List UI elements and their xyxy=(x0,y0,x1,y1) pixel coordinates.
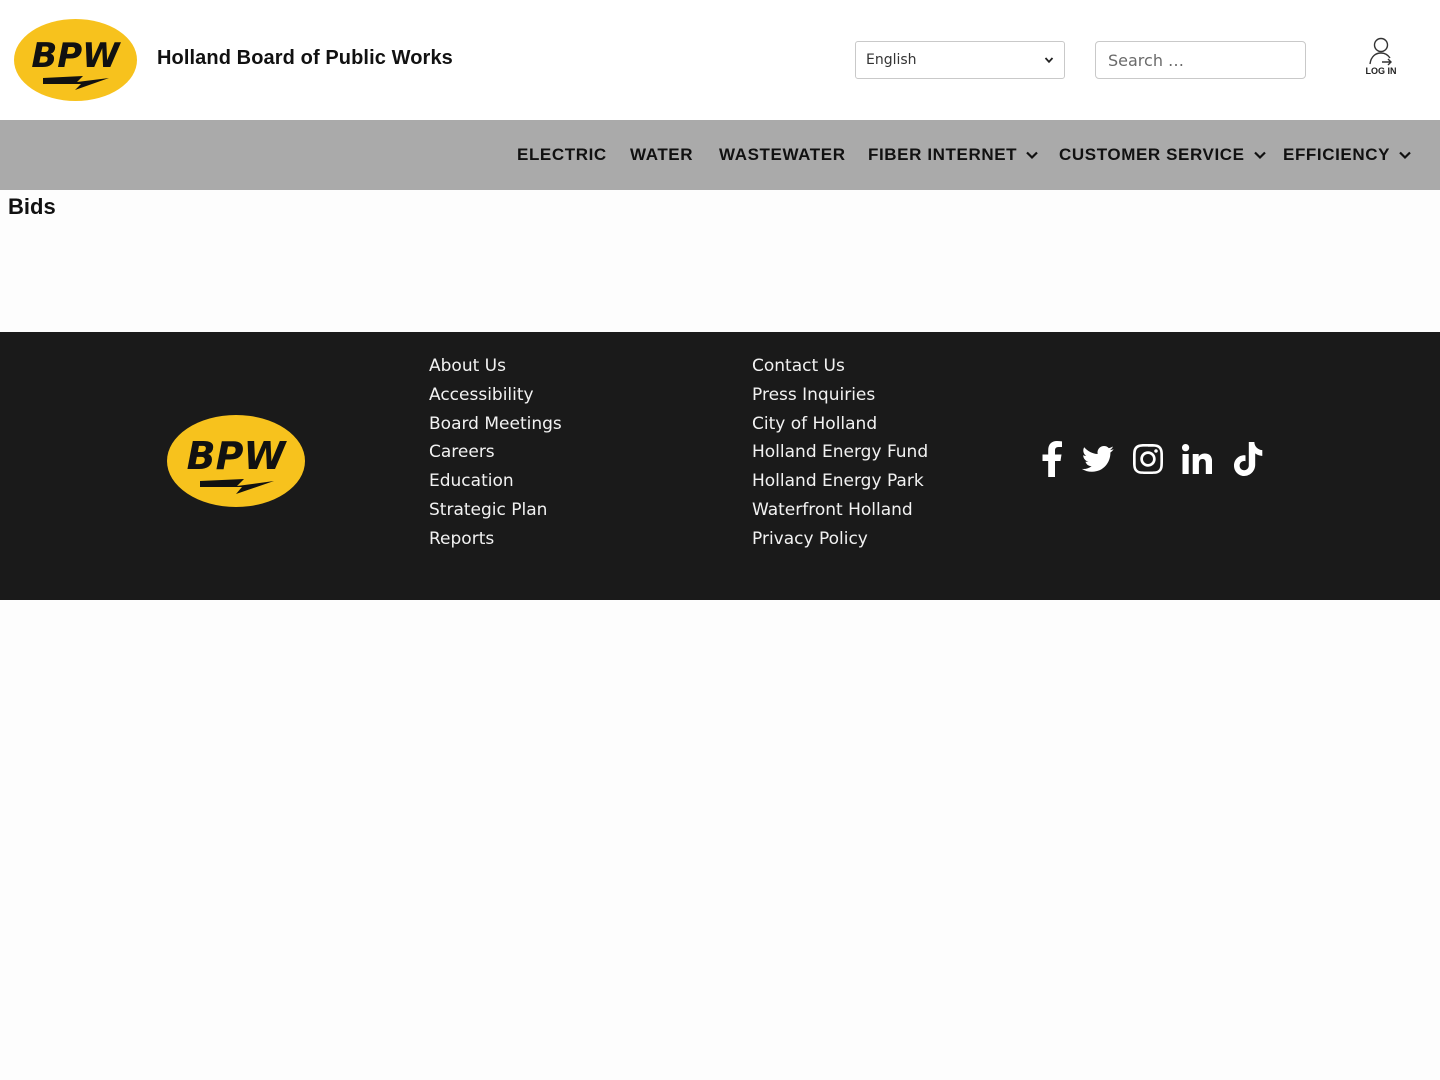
site-footer: BPW About Us Accessibility Board Meeting… xyxy=(0,332,1440,600)
chevron-down-icon xyxy=(1399,151,1411,160)
chevron-down-icon xyxy=(1044,57,1054,64)
footer-link-contact-us[interactable]: Contact Us xyxy=(752,352,928,381)
nav-label: FIBER INTERNET xyxy=(868,145,1018,164)
bpw-footer-logo[interactable]: BPW xyxy=(166,414,306,508)
footer-link-strategic-plan[interactable]: Strategic Plan xyxy=(429,496,562,525)
footer-link-board-meetings[interactable]: Board Meetings xyxy=(429,410,562,439)
login-label: LOG IN xyxy=(1365,66,1397,76)
footer-link-reports[interactable]: Reports xyxy=(429,525,562,554)
nav-wastewater[interactable]: WASTEWATER xyxy=(719,120,846,190)
login-button[interactable]: LOG IN xyxy=(1360,36,1402,86)
linkedin-icon[interactable] xyxy=(1181,440,1213,478)
nav-label: WASTEWATER xyxy=(719,145,846,164)
facebook-icon[interactable] xyxy=(1040,440,1064,478)
nav-label: WATER xyxy=(630,145,694,164)
main-nav: ELECTRIC WATER WASTEWATER FIBER INTERNET… xyxy=(0,120,1440,190)
footer-link-city-of-holland[interactable]: City of Holland xyxy=(752,410,928,439)
nav-fiber-internet[interactable]: FIBER INTERNET xyxy=(868,120,1039,190)
footer-link-accessibility[interactable]: Accessibility xyxy=(429,381,562,410)
footer-links-col-1: About Us Accessibility Board Meetings Ca… xyxy=(429,352,562,554)
site-title[interactable]: Holland Board of Public Works xyxy=(157,47,453,70)
footer-link-careers[interactable]: Careers xyxy=(429,438,562,467)
bpw-logo[interactable]: BPW xyxy=(13,18,138,102)
nav-customer-service[interactable]: CUSTOMER SERVICE xyxy=(1059,120,1267,190)
footer-link-holland-energy-fund[interactable]: Holland Energy Fund xyxy=(752,438,928,467)
nav-electric[interactable]: ELECTRIC xyxy=(517,120,607,190)
footer-links-col-2: Contact Us Press Inquiries City of Holla… xyxy=(752,352,928,554)
twitter-icon[interactable] xyxy=(1081,440,1115,478)
logo-text: BPW xyxy=(31,36,121,76)
footer-link-privacy-policy[interactable]: Privacy Policy xyxy=(752,525,928,554)
footer-link-education[interactable]: Education xyxy=(429,467,562,496)
footer-link-waterfront-holland[interactable]: Waterfront Holland xyxy=(752,496,928,525)
search-input[interactable] xyxy=(1095,41,1306,79)
footer-link-about-us[interactable]: About Us xyxy=(429,352,562,381)
language-select-value: English xyxy=(866,52,917,68)
site-header: BPW Holland Board of Public Works Englis… xyxy=(0,0,1440,120)
footer-link-holland-energy-park[interactable]: Holland Energy Park xyxy=(752,467,928,496)
nav-label: ELECTRIC xyxy=(517,145,607,164)
instagram-icon[interactable] xyxy=(1132,440,1164,478)
chevron-down-icon xyxy=(1253,151,1266,160)
tiktok-icon[interactable] xyxy=(1233,440,1265,478)
page-title: Bids xyxy=(8,194,56,219)
footer-logo-text: BPW xyxy=(187,434,288,478)
user-icon xyxy=(1369,37,1392,66)
nav-water[interactable]: WATER xyxy=(630,120,693,190)
language-select[interactable]: English xyxy=(855,41,1065,79)
footer-link-press-inquiries[interactable]: Press Inquiries xyxy=(752,381,928,410)
nav-label: CUSTOMER SERVICE xyxy=(1059,145,1245,164)
nav-label: EFFICIENCY xyxy=(1283,145,1391,164)
nav-efficiency[interactable]: EFFICIENCY xyxy=(1283,120,1412,190)
chevron-down-icon xyxy=(1026,151,1038,160)
